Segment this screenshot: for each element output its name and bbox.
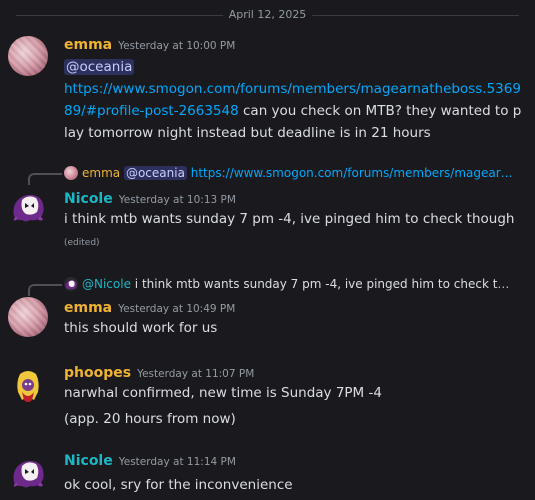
ghost-icon [12, 460, 45, 488]
message-emma-2[interactable]: @Nicole i think mtb wants sunday 7 pm -4… [0, 275, 535, 345]
ghost-icon [65, 280, 77, 290]
user-mention[interactable]: @oceania [64, 59, 135, 75]
username[interactable]: emma [64, 300, 112, 316]
message-text: ok cool, sry for the inconvenience [64, 477, 293, 493]
reply-preview[interactable]: @Nicole i think mtb wants sunday 7 pm -4… [64, 275, 517, 293]
message-header: emma Yesterday at 10:49 PM [64, 299, 235, 318]
username[interactable]: emma [64, 37, 112, 53]
date-divider: April 12, 2025 [16, 7, 519, 23]
message-body: this should work for us [64, 317, 522, 339]
edited-label: (edited) [64, 238, 100, 248]
message-header: phoopes Yesterday at 11:07 PM [64, 364, 254, 383]
timestamp: Yesterday at 10:49 PM [118, 303, 236, 315]
reply-link[interactable]: https://www.smogon.com/forums/members/ma… [191, 166, 513, 180]
avatar[interactable] [8, 36, 48, 76]
username[interactable]: phoopes [64, 365, 131, 381]
reply-mention[interactable]: @oceania [123, 166, 187, 180]
message-body: @oceania https://www.smogon.com/forums/m… [64, 56, 522, 144]
reply-username[interactable]: emma [82, 166, 120, 180]
message-body: i think mtb wants sunday 7 pm -4, ive pi… [64, 208, 522, 254]
timestamp: Yesterday at 10:00 PM [118, 40, 236, 52]
message-body: ok cool, sry for the inconvenience [64, 474, 522, 496]
reply-avatar [64, 277, 78, 291]
reply-avatar [64, 166, 78, 180]
message-nicole-1[interactable]: emma @oceania https://www.smogon.com/for… [0, 164, 535, 254]
avatar[interactable] [8, 452, 48, 492]
reply-username[interactable]: @Nicole [82, 277, 131, 291]
message-text-2: (app. 20 hours from now) [64, 411, 236, 427]
message-nicole-2[interactable]: Nicole Yesterday at 11:14 PM ok cool, sry… [0, 452, 535, 500]
avatar[interactable] [8, 366, 48, 406]
divider-date: April 12, 2025 [222, 7, 313, 23]
jynx-icon [17, 371, 39, 402]
message-text: i think mtb wants sunday 7 pm -4, ive pi… [64, 211, 515, 227]
timestamp: Yesterday at 11:07 PM [137, 368, 255, 380]
message-header: Nicole Yesterday at 11:14 PM [64, 452, 236, 471]
username[interactable]: Nicole [64, 191, 113, 207]
avatar[interactable] [8, 186, 48, 226]
reply-spine [28, 173, 62, 185]
message-text: this should work for us [64, 320, 218, 336]
timestamp: Yesterday at 10:13 PM [118, 194, 236, 206]
message-emma-1[interactable]: emma Yesterday at 10:00 PM @oceania https… [0, 36, 535, 146]
reply-spine [28, 284, 62, 296]
message-text: narwhal confirmed, new time is Sunday 7P… [64, 385, 382, 401]
username[interactable]: Nicole [64, 453, 113, 469]
ghost-icon [12, 194, 45, 222]
message-header: emma Yesterday at 10:00 PM [64, 36, 235, 55]
message-body: narwhal confirmed, new time is Sunday 7P… [64, 382, 522, 404]
message-phoopes-1[interactable]: phoopes Yesterday at 11:07 PM narwhal con… [0, 364, 535, 434]
message-body-2: (app. 20 hours from now) [64, 408, 522, 430]
reply-preview[interactable]: emma @oceania https://www.smogon.com/for… [64, 164, 517, 182]
timestamp: Yesterday at 11:14 PM [118, 456, 236, 468]
message-header: Nicole Yesterday at 10:13 PM [64, 190, 236, 209]
reply-text: i think mtb wants sunday 7 pm -4, ive pi… [134, 277, 517, 291]
avatar[interactable] [8, 297, 48, 337]
